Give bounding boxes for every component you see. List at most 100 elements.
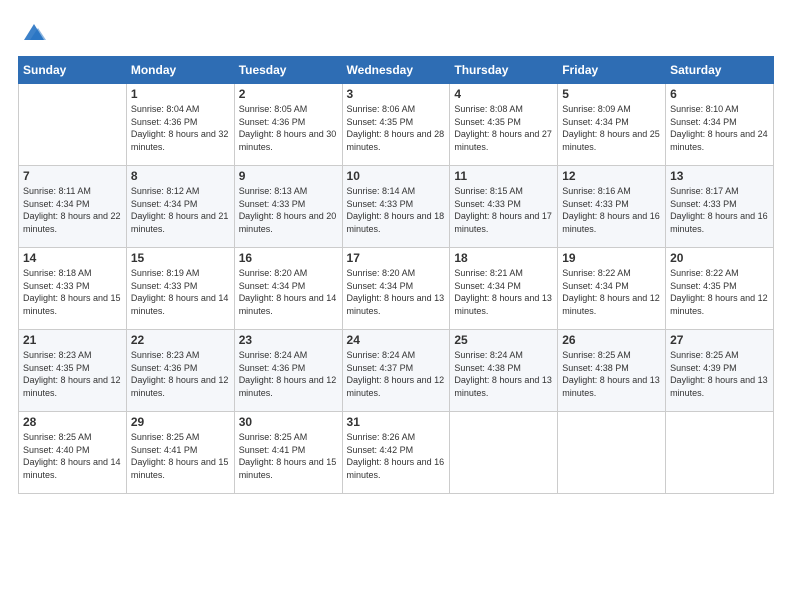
day-info: Sunrise: 8:25 AMSunset: 4:39 PMDaylight:… [670,349,769,399]
day-info: Sunrise: 8:25 AMSunset: 4:41 PMDaylight:… [239,431,338,481]
calendar-cell: 18 Sunrise: 8:21 AMSunset: 4:34 PMDayligh… [450,248,558,330]
weekday-header-friday: Friday [558,57,666,84]
day-info: Sunrise: 8:24 AMSunset: 4:36 PMDaylight:… [239,349,338,399]
day-number: 27 [670,333,769,347]
day-number: 20 [670,251,769,265]
weekday-header-thursday: Thursday [450,57,558,84]
calendar-cell [450,412,558,494]
calendar-cell: 8 Sunrise: 8:12 AMSunset: 4:34 PMDaylight… [126,166,234,248]
calendar-cell: 30Sunrise: 8:25 AMSunset: 4:41 PMDayligh… [234,412,342,494]
day-info: Sunrise: 8:25 AMSunset: 4:40 PMDaylight:… [23,431,122,481]
day-info: Sunrise: 8:20 AMSunset: 4:34 PMDaylight:… [347,267,446,317]
calendar-cell: 5Sunrise: 8:09 AMSunset: 4:34 PMDaylight… [558,84,666,166]
weekday-header-wednesday: Wednesday [342,57,450,84]
calendar-cell: 15Sunrise: 8:19 AMSunset: 4:33 PMDayligh… [126,248,234,330]
calendar-cell: 7Sunrise: 8:11 AMSunset: 4:34 PMDaylight… [19,166,127,248]
calendar-cell: 22 Sunrise: 8:23 AMSunset: 4:36 PMDayligh… [126,330,234,412]
day-number: 28 [23,415,122,429]
day-info: Sunrise: 8:22 AMSunset: 4:35 PMDaylight:… [670,267,769,317]
day-number: 18 [454,251,553,265]
calendar-cell: 20 Sunrise: 8:22 AMSunset: 4:35 PMDayligh… [666,248,774,330]
calendar-cell: 10Sunrise: 8:14 AMSunset: 4:33 PMDayligh… [342,166,450,248]
day-number: 14 [23,251,122,265]
day-info: Sunrise: 8:24 AMSunset: 4:37 PMDaylight:… [347,349,446,399]
calendar-cell [666,412,774,494]
day-info: Sunrise: 8:25 AMSunset: 4:41 PMDaylight:… [131,431,230,481]
page: SundayMondayTuesdayWednesdayThursdayFrid… [0,0,792,612]
day-info: Sunrise: 8:05 AMSunset: 4:36 PMDaylight:… [239,103,338,153]
week-row-5: 28 Sunrise: 8:25 AMSunset: 4:40 PMDayligh… [19,412,774,494]
calendar-cell: 11 Sunrise: 8:15 AMSunset: 4:33 PMDayligh… [450,166,558,248]
day-number: 21 [23,333,122,347]
day-number: 29 [131,415,230,429]
calendar-cell: 23 Sunrise: 8:24 AMSunset: 4:36 PMDayligh… [234,330,342,412]
day-number: 17 [347,251,446,265]
day-info: Sunrise: 8:10 AMSunset: 4:34 PMDaylight:… [670,103,769,153]
day-info: Sunrise: 8:16 AMSunset: 4:33 PMDaylight:… [562,185,661,235]
week-row-4: 21 Sunrise: 8:23 AMSunset: 4:35 PMDayligh… [19,330,774,412]
day-number: 8 [131,169,230,183]
calendar-cell [558,412,666,494]
day-number: 6 [670,87,769,101]
calendar-cell: 25 Sunrise: 8:24 AMSunset: 4:38 PMDayligh… [450,330,558,412]
week-row-3: 14 Sunrise: 8:18 AMSunset: 4:33 PMDayligh… [19,248,774,330]
calendar-cell: 9 Sunrise: 8:13 AMSunset: 4:33 PMDaylight… [234,166,342,248]
day-info: Sunrise: 8:15 AMSunset: 4:33 PMDaylight:… [454,185,553,235]
calendar-cell: 24Sunrise: 8:24 AMSunset: 4:37 PMDayligh… [342,330,450,412]
day-info: Sunrise: 8:20 AMSunset: 4:34 PMDaylight:… [239,267,338,317]
day-info: Sunrise: 8:24 AMSunset: 4:38 PMDaylight:… [454,349,553,399]
day-info: Sunrise: 8:18 AMSunset: 4:33 PMDaylight:… [23,267,122,317]
day-number: 23 [239,333,338,347]
day-info: Sunrise: 8:23 AMSunset: 4:35 PMDaylight:… [23,349,122,399]
calendar-cell: 16 Sunrise: 8:20 AMSunset: 4:34 PMDayligh… [234,248,342,330]
day-info: Sunrise: 8:12 AMSunset: 4:34 PMDaylight:… [131,185,230,235]
calendar-cell: 21 Sunrise: 8:23 AMSunset: 4:35 PMDayligh… [19,330,127,412]
calendar-cell: 6 Sunrise: 8:10 AMSunset: 4:34 PMDaylight… [666,84,774,166]
day-number: 25 [454,333,553,347]
day-info: Sunrise: 8:17 AMSunset: 4:33 PMDaylight:… [670,185,769,235]
day-info: Sunrise: 8:13 AMSunset: 4:33 PMDaylight:… [239,185,338,235]
day-number: 16 [239,251,338,265]
calendar-cell: 28 Sunrise: 8:25 AMSunset: 4:40 PMDayligh… [19,412,127,494]
day-info: Sunrise: 8:11 AMSunset: 4:34 PMDaylight:… [23,185,122,235]
day-info: Sunrise: 8:08 AMSunset: 4:35 PMDaylight:… [454,103,553,153]
day-number: 2 [239,87,338,101]
calendar-cell: 3Sunrise: 8:06 AMSunset: 4:35 PMDaylight… [342,84,450,166]
week-row-2: 7Sunrise: 8:11 AMSunset: 4:34 PMDaylight… [19,166,774,248]
weekday-header-sunday: Sunday [19,57,127,84]
day-number: 11 [454,169,553,183]
day-number: 12 [562,169,661,183]
day-info: Sunrise: 8:21 AMSunset: 4:34 PMDaylight:… [454,267,553,317]
calendar-cell: 14 Sunrise: 8:18 AMSunset: 4:33 PMDayligh… [19,248,127,330]
calendar-cell: 19 Sunrise: 8:22 AMSunset: 4:34 PMDayligh… [558,248,666,330]
day-info: Sunrise: 8:04 AMSunset: 4:36 PMDaylight:… [131,103,230,153]
weekday-header-tuesday: Tuesday [234,57,342,84]
weekday-header-saturday: Saturday [666,57,774,84]
calendar-cell: 12 Sunrise: 8:16 AMSunset: 4:33 PMDayligh… [558,166,666,248]
calendar-cell: 26Sunrise: 8:25 AMSunset: 4:38 PMDayligh… [558,330,666,412]
day-number: 22 [131,333,230,347]
day-info: Sunrise: 8:26 AMSunset: 4:42 PMDaylight:… [347,431,446,481]
header [18,18,774,46]
day-number: 4 [454,87,553,101]
day-number: 3 [347,87,446,101]
calendar-cell: 4 Sunrise: 8:08 AMSunset: 4:35 PMDaylight… [450,84,558,166]
day-number: 9 [239,169,338,183]
calendar-table: SundayMondayTuesdayWednesdayThursdayFrid… [18,56,774,494]
calendar-cell: 27 Sunrise: 8:25 AMSunset: 4:39 PMDayligh… [666,330,774,412]
day-number: 31 [347,415,446,429]
calendar-cell: 29 Sunrise: 8:25 AMSunset: 4:41 PMDayligh… [126,412,234,494]
day-info: Sunrise: 8:23 AMSunset: 4:36 PMDaylight:… [131,349,230,399]
calendar-cell: 31 Sunrise: 8:26 AMSunset: 4:42 PMDayligh… [342,412,450,494]
day-info: Sunrise: 8:14 AMSunset: 4:33 PMDaylight:… [347,185,446,235]
weekday-header-monday: Monday [126,57,234,84]
day-info: Sunrise: 8:19 AMSunset: 4:33 PMDaylight:… [131,267,230,317]
day-number: 13 [670,169,769,183]
day-info: Sunrise: 8:25 AMSunset: 4:38 PMDaylight:… [562,349,661,399]
calendar-cell: 2 Sunrise: 8:05 AMSunset: 4:36 PMDaylight… [234,84,342,166]
weekday-header-row: SundayMondayTuesdayWednesdayThursdayFrid… [19,57,774,84]
day-info: Sunrise: 8:22 AMSunset: 4:34 PMDaylight:… [562,267,661,317]
day-number: 19 [562,251,661,265]
day-number: 5 [562,87,661,101]
week-row-1: 1Sunrise: 8:04 AMSunset: 4:36 PMDaylight… [19,84,774,166]
